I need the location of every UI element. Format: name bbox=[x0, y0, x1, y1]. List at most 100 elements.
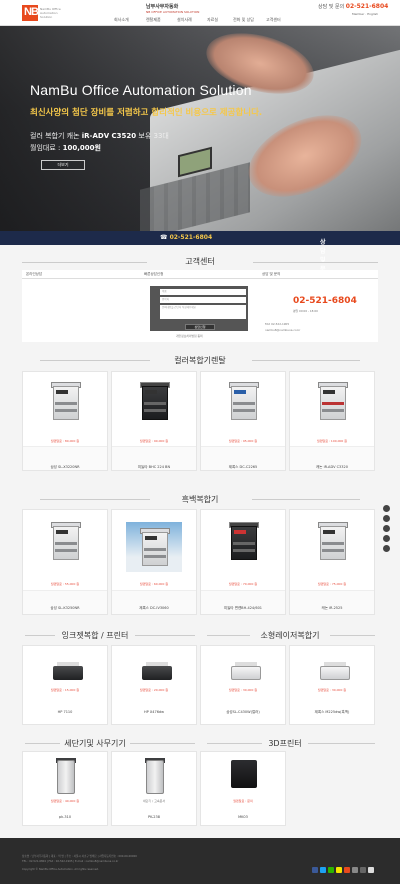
header-phone-label: 상담 및 문의 bbox=[318, 4, 345, 10]
product-name: 제록스 DC-IV3060 bbox=[139, 606, 169, 610]
product-card[interactable]: 월렌탈료 : 20,000 원 HP X476dw bbox=[111, 645, 197, 725]
consult-bar[interactable]: ☎ 상담 및 문의 02-521-6804 bbox=[0, 231, 400, 282]
product-card[interactable]: 월렌탈료 : 100,000 원 캐논 iR-ADV C3320 bbox=[289, 371, 375, 471]
hero-model-suffix: 보유 33대 bbox=[138, 132, 169, 140]
product-card[interactable]: 월렌탈료 : 90,000 원 미놀타 BHC 224 BN bbox=[111, 371, 197, 471]
price-badge: 월렌탈료 : 30,000 원 bbox=[228, 688, 258, 692]
product-card[interactable]: 월렌탈료 : 60,000 원 제록스 DC-IV3060 bbox=[111, 509, 197, 615]
nav-item-support[interactable]: 고객센터 bbox=[266, 17, 281, 23]
brand-name: 남부사무자동화 bbox=[146, 4, 179, 10]
fax-number: FAX 02-522-1905 bbox=[265, 322, 290, 326]
top-icon[interactable] bbox=[368, 867, 374, 873]
product-name: PK-238 bbox=[148, 815, 160, 819]
scroll-top-button[interactable] bbox=[383, 545, 390, 552]
price-badge: 월렌탈료 : 문의 bbox=[233, 799, 253, 803]
submit-consult-button[interactable]: 상담신청 bbox=[185, 324, 215, 330]
header-phone-number[interactable]: 02-521-6804 bbox=[346, 3, 389, 10]
product-card[interactable]: 월렌탈료 : 30,000 원 삼성SL-C430W(컬러) bbox=[200, 645, 286, 725]
phone-field[interactable]: 연락처 bbox=[160, 297, 246, 303]
footer-copyright: Copyright © NamBu Office Automation. All… bbox=[22, 868, 99, 871]
product-card[interactable]: 월렌탈료 : 95,000 원 제록스 DC-C2265 bbox=[200, 371, 286, 471]
header-phone: 상담 및 문의 02-521-6804 bbox=[318, 3, 388, 10]
3d-printer-image bbox=[231, 760, 257, 788]
nav-item-consult[interactable]: 전화 및 상담 bbox=[233, 17, 254, 23]
hero-title: NamBu Office Automation Solution bbox=[30, 82, 252, 98]
product-card[interactable]: 세단기 / 고속문서 PK-238 bbox=[111, 751, 197, 826]
product-name: MK03 bbox=[238, 815, 248, 819]
page: NB NamBu Office Automation Solution 남부사무… bbox=[0, 0, 400, 884]
instagram-icon[interactable] bbox=[352, 867, 358, 873]
hero-price-line: 월임대료 : 100,000원 bbox=[30, 143, 101, 153]
divider bbox=[130, 743, 195, 744]
divider bbox=[207, 635, 250, 636]
price-badge: 월렌탈료 : 90,000 원 bbox=[139, 439, 169, 443]
hero-model: iR-ADV C3520 bbox=[81, 132, 137, 140]
product-card[interactable]: 월렌탈료 : 55,000 원 삼성 SL-K3250NR bbox=[22, 509, 108, 615]
hero-banner: NamBu Office Automation Solution 최신사양의 첨… bbox=[0, 26, 400, 231]
site-footer: 상호명 : 남부사무자동화 | 대표 : 박 명 | 주소 : 서울시 서초구 … bbox=[0, 838, 400, 884]
hero-more-button[interactable]: 더보기 bbox=[41, 160, 85, 170]
kakao-icon[interactable] bbox=[336, 867, 342, 873]
name-field[interactable]: 이름 bbox=[160, 289, 246, 295]
section-title-customer: 고객센터 bbox=[185, 257, 215, 266]
divider bbox=[252, 499, 360, 500]
youtube-icon[interactable] bbox=[344, 867, 350, 873]
privacy-checkbox[interactable]: 개인정보처리방침 동의 bbox=[176, 334, 203, 338]
product-card[interactable]: 월렌탈료 : 15,000 원 HP 7110 bbox=[22, 645, 108, 725]
price-badge: 월렌탈료 : 60,000 원 bbox=[139, 582, 169, 586]
product-card[interactable]: 월렌탈료 : 문의 MK03 bbox=[200, 751, 286, 826]
price-badge: 월렌탈료 : 70,000 원 bbox=[228, 582, 258, 586]
product-card[interactable]: 월렌탈료 : 30,000 원 제록스 M225dw(흑백) bbox=[289, 645, 375, 725]
share-icon[interactable] bbox=[360, 867, 366, 873]
hero-price-prefix: 월임대료 : bbox=[30, 144, 61, 152]
logo-mark: NB bbox=[22, 5, 39, 21]
product-card[interactable]: 월렌탈료 : 40,000 원 pk-310 bbox=[22, 751, 108, 826]
product-name: 제록스 M225dw(흑백) bbox=[314, 710, 350, 714]
footer-sns bbox=[312, 858, 376, 877]
member-links[interactable]: Member · English bbox=[352, 12, 378, 16]
logo-subtext: NamBu Office Automation Solution bbox=[40, 7, 61, 19]
nav-item-company[interactable]: 회사소개 bbox=[114, 17, 129, 23]
divider bbox=[40, 360, 150, 361]
main-nav: 회사소개 렌탈제품 설치사례 자료실 전화 및 상담 고객센터 bbox=[100, 16, 300, 26]
divider bbox=[308, 743, 375, 744]
twitter-icon[interactable] bbox=[320, 867, 326, 873]
price-badge: 월렌탈료 : 40,000 원 bbox=[50, 799, 80, 803]
price-badge: 월렌탈료 : 55,000 원 bbox=[50, 582, 80, 586]
section-title-color: 컬러복합기렌탈 bbox=[174, 356, 226, 365]
divider bbox=[135, 635, 195, 636]
product-card[interactable]: 월렌탈료 : 75,000 원 캐논 iR-2525 bbox=[289, 509, 375, 615]
customer-phone[interactable]: 02-521-6804 bbox=[293, 296, 357, 306]
logo[interactable]: NB NamBu Office Automation Solution bbox=[22, 5, 61, 21]
nav-item-rental[interactable]: 렌탈제품 bbox=[146, 17, 161, 23]
price-badge: 월렌탈료 : 95,000 원 bbox=[228, 439, 258, 443]
section-title-small: 소형레이저복합기 bbox=[260, 631, 320, 640]
price-badge: 월렌탈료 : 80,000 원 bbox=[50, 439, 80, 443]
divider bbox=[207, 743, 262, 744]
quick-menu-button[interactable] bbox=[383, 515, 390, 522]
product-name: 캐논 iR-ADV C3320 bbox=[316, 465, 348, 469]
copier-image bbox=[223, 382, 263, 426]
product-name: 삼성SL-C430W(컬러) bbox=[226, 710, 260, 714]
quick-menu-button[interactable] bbox=[383, 535, 390, 542]
nav-item-cases[interactable]: 설치사례 bbox=[177, 17, 192, 23]
hero-model-prefix: 컬러 복합기 캐논 bbox=[30, 132, 80, 140]
copier-image bbox=[45, 522, 85, 566]
online-consult-label: 온라인상담 bbox=[26, 272, 43, 276]
product-card[interactable]: 월렌탈료 : 70,000 원 미놀타 변켄BH-424/601 bbox=[200, 509, 286, 615]
blog-icon[interactable] bbox=[328, 867, 334, 873]
hero-price: 100,000원 bbox=[62, 144, 101, 152]
product-card[interactable]: 월렌탈료 : 80,000 원 삼성 SL-X3220NR bbox=[22, 371, 108, 471]
copier-image bbox=[223, 522, 263, 566]
email-address[interactable]: nambu8@nambuoa.co.kr bbox=[265, 328, 300, 332]
consult-bar-phone: 02-521-6804 bbox=[169, 234, 213, 241]
quick-menu-button[interactable] bbox=[383, 505, 390, 512]
nav-item-archive[interactable]: 자료실 bbox=[207, 17, 218, 23]
quick-consult-label: 빠른상담신청 bbox=[144, 272, 164, 276]
product-name: HP 7110 bbox=[57, 710, 73, 714]
facebook-icon[interactable] bbox=[312, 867, 318, 873]
message-field[interactable]: 문의내용을 간단히 작성해주세요 bbox=[160, 305, 246, 319]
quick-menu-button[interactable] bbox=[383, 525, 390, 532]
product-name: 삼성 SL-K3250NR bbox=[50, 606, 80, 610]
logo-letters: NB bbox=[24, 6, 39, 18]
